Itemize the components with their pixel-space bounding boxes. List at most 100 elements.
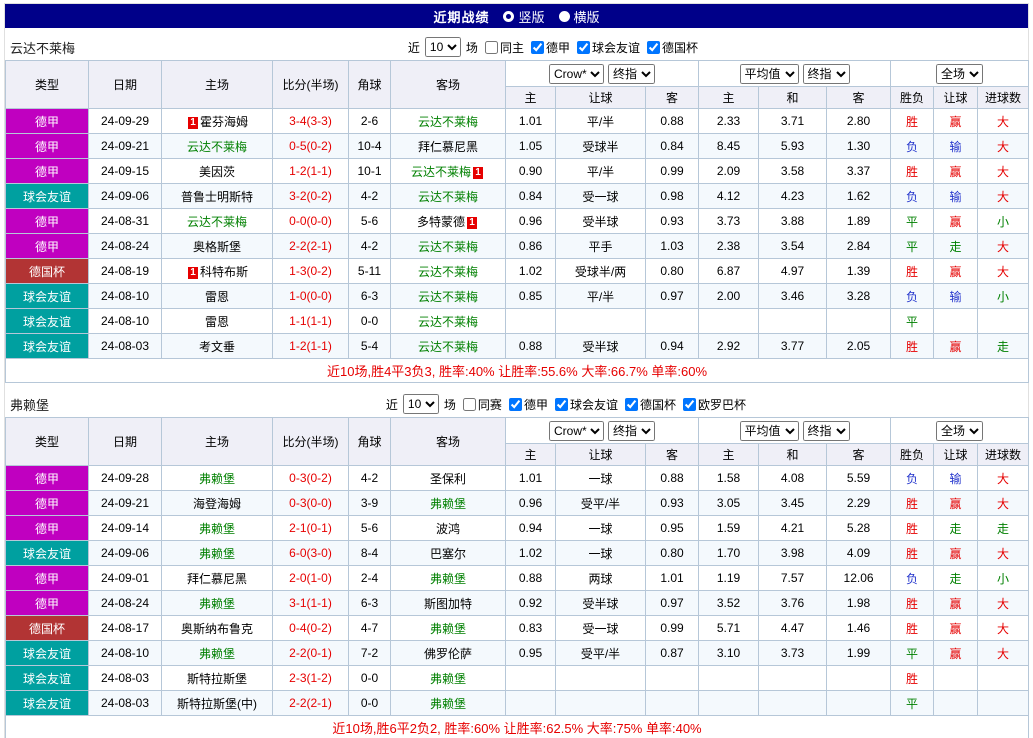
team-label: 考文垂 [199,340,235,354]
scope-select[interactable]: 全场 [936,421,983,441]
result-goals [978,309,1029,334]
checkbox-label: 球会友谊 [592,39,640,56]
average-final-select[interactable]: 终指 [803,64,850,84]
filter-checkbox[interactable]: 德国杯 [647,39,698,56]
average-select[interactable]: 平均值 [740,421,799,441]
avg-draw: 3.76 [759,591,827,616]
odds-group-header: Crow*终指 [506,61,699,87]
result-outcome: 胜 [891,666,934,691]
result-goals: 大 [978,259,1029,284]
title-bar: 近期战绩 竖版 横版 [5,4,1028,28]
away-team: 巴塞尔 [391,541,506,566]
checkbox-icon[interactable] [555,398,568,411]
filter-checkbox[interactable]: 德甲 [531,39,570,56]
result-handicap [934,691,978,716]
view-option-vertical[interactable]: 竖版 [503,7,544,26]
filter-checkbox[interactable]: 球会友谊 [555,396,618,413]
odds-home: 0.90 [506,159,556,184]
match-date: 24-08-10 [89,641,162,666]
checkbox-icon[interactable] [463,398,476,411]
filter-checkbox[interactable]: 欧罗巴杯 [683,396,746,413]
checkbox-icon[interactable] [531,41,544,54]
checkbox-icon[interactable] [577,41,590,54]
home-team: 斯特拉斯堡 [162,666,273,691]
odds-home: 1.02 [506,541,556,566]
average-select[interactable]: 平均值 [740,64,799,84]
team-label: 雷恩 [205,290,229,304]
checkbox-icon[interactable] [683,398,696,411]
odds-final-select[interactable]: 终指 [608,421,655,441]
corners: 0-0 [349,309,391,334]
corners: 4-2 [349,234,391,259]
scope-group-header: 全场 [891,61,1029,87]
column-header: 让球 [556,87,646,109]
checkbox-label: 德甲 [524,396,548,413]
filter-checkbox[interactable]: 同赛 [463,396,502,413]
column-header: 主 [699,87,759,109]
match-type: 德国杯 [6,259,89,284]
checkbox-icon[interactable] [647,41,660,54]
filter-checkbox[interactable]: 德国杯 [625,396,676,413]
team-label: 雷恩 [205,315,229,329]
result-handicap: 走 [934,516,978,541]
match-score: 3-4(3-3) [273,109,349,134]
match-date: 24-08-03 [89,691,162,716]
match-score: 0-4(0-2) [273,616,349,641]
avg-draw: 3.88 [759,209,827,234]
team-label: 云达不莱梅 [418,340,478,354]
odds-home: 0.86 [506,234,556,259]
odds-home: 1.01 [506,109,556,134]
home-team: 1科特布斯 [162,259,273,284]
odds-final-select[interactable]: 终指 [608,64,655,84]
odds-handicap: 平/半 [556,284,646,309]
match-type: 德甲 [6,566,89,591]
team-label: 弗赖堡 [199,522,235,536]
home-team: 斯特拉斯堡(中) [162,691,273,716]
odds-home: 0.96 [506,209,556,234]
odds-source-select[interactable]: Crow* [549,421,604,441]
summary-row: 近10场,胜4平3负3, 胜率:40% 让胜率:55.6% 大率:66.7% 单… [6,359,1029,383]
avg-draw: 4.08 [759,466,827,491]
filter-checkbox[interactable]: 同主 [485,39,524,56]
match-type: 球会友谊 [6,184,89,209]
result-outcome: 胜 [891,541,934,566]
result-outcome: 胜 [891,159,934,184]
checkbox-icon[interactable] [509,398,522,411]
average-final-select[interactable]: 终指 [803,421,850,441]
odds-source-select[interactable]: Crow* [549,64,604,84]
team-label: 云达不莱梅 [418,315,478,329]
team-label: 佛罗伦萨 [424,647,472,661]
checkbox-icon[interactable] [625,398,638,411]
odds-handicap: 受球半 [556,134,646,159]
avg-home: 2.00 [699,284,759,309]
match-score: 2-1(0-1) [273,516,349,541]
team-label: 云达不莱梅 [418,265,478,279]
odds-handicap: 一球 [556,541,646,566]
match-score: 0-0(0-0) [273,209,349,234]
odds-home: 0.88 [506,334,556,359]
match-score: 0-3(0-2) [273,466,349,491]
result-handicap [934,309,978,334]
home-team: 雷恩 [162,309,273,334]
filter-checkbox[interactable]: 德甲 [509,396,548,413]
scope-select[interactable]: 全场 [936,64,983,84]
result-outcome: 平 [891,691,934,716]
result-handicap: 赢 [934,541,978,566]
avg-draw: 3.54 [759,234,827,259]
summary-text: 近10场,胜4平3负3, 胜率:40% 让胜率:55.6% 大率:66.7% 单… [6,359,1029,383]
result-outcome: 胜 [891,591,934,616]
team-label: 弗赖堡 [199,472,235,486]
recent-count-select[interactable]: 10 [403,394,439,414]
odds-away: 0.88 [646,109,699,134]
match-row: 德国杯24-08-17奥斯纳布鲁克0-4(0-2)4-7弗赖堡0.83受一球0.… [6,616,1029,641]
view-option-horizontal[interactable]: 横版 [559,7,600,26]
avg-draw: 4.47 [759,616,827,641]
team-label: 普鲁士明斯特 [181,190,253,204]
recent-count-select[interactable]: 10 [425,37,461,57]
checkbox-icon[interactable] [485,41,498,54]
filter-checkbox[interactable]: 球会友谊 [577,39,640,56]
match-type: 球会友谊 [6,691,89,716]
team-label: 弗赖堡 [430,497,466,511]
odds-home: 0.95 [506,641,556,666]
odds-away: 0.95 [646,516,699,541]
